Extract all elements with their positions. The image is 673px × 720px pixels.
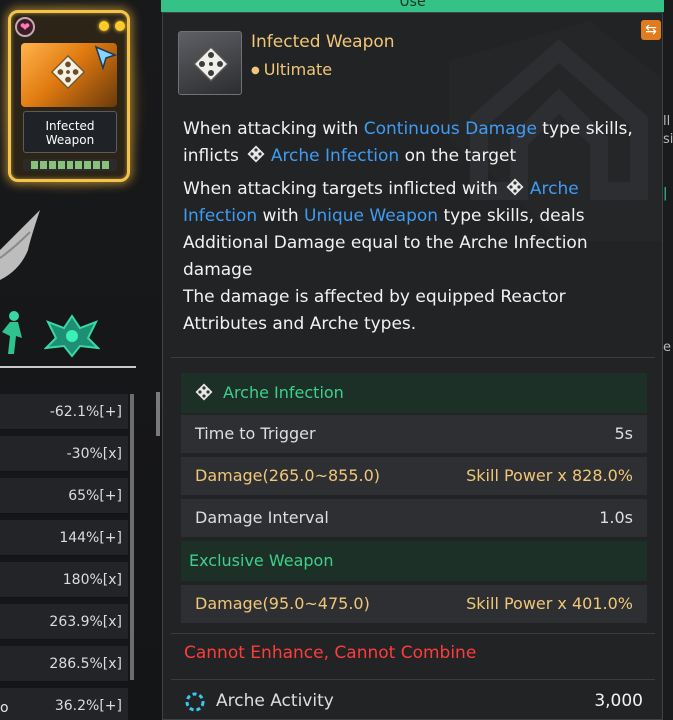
keyword-continuous-damage: Continuous Damage <box>363 119 537 139</box>
arche-infection-icon <box>192 45 230 83</box>
stat-value: 1.0s <box>599 508 633 527</box>
desc-line: inflicts Arche Infection on the target <box>183 143 649 170</box>
desc-line: Attributes and Arche types. <box>183 314 417 334</box>
stat-label: Damage(265.0~855.0) <box>195 466 381 485</box>
arche-infection-icon <box>195 383 213 401</box>
keyword-unique-weapon: Unique Weapon <box>304 206 439 226</box>
weapon-card-name-line2: Weapon <box>45 133 95 147</box>
stat-row: 180%[x] <box>0 562 128 598</box>
selected-weapon-card[interactable]: ❤ Infected Weapon <box>8 10 130 182</box>
stat-exclusive-damage: Damage(95.0~475.0) Skill Power x 401.0% <box>181 585 647 623</box>
keyword-arche: Arche <box>529 179 579 199</box>
stat-label: Damage Interval <box>195 508 329 527</box>
right-text-fragment: e <box>663 340 671 355</box>
stat-value: 5s <box>614 424 633 443</box>
right-text-fragment: ll <box>663 114 671 129</box>
stat-row: 286.5%[x] <box>0 646 128 682</box>
stat-label: Time to Trigger <box>195 424 316 443</box>
list-scrollbar[interactable] <box>156 392 160 436</box>
stat-value: Skill Power x 828.0% <box>466 466 633 485</box>
stat-row: 263.9%[x] <box>0 604 128 640</box>
stat-row: -62.1%[+] <box>0 394 128 430</box>
stat-damage: Damage(265.0~855.0) Skill Power x 828.0% <box>181 457 647 495</box>
desc-line: The damage is affected by equipped React… <box>183 287 566 307</box>
desc-line: damage <box>183 260 253 280</box>
arche-infection-header: Arche Infection <box>181 373 647 413</box>
item-grade: ● Ultimate <box>251 60 332 79</box>
stat-label: Damage(95.0~475.0) <box>195 594 370 613</box>
keyword-arche-infection: Arche Infection <box>270 146 400 166</box>
weapon-card-name: Infected Weapon <box>23 111 117 153</box>
descendant-silhouette-icon[interactable] <box>0 308 26 356</box>
right-panel-background <box>663 0 673 720</box>
arche-infection-icon <box>247 145 265 163</box>
item-tooltip: ⇆ Infected Weapon ● Ultimate When attacki… <box>162 12 663 720</box>
item-description: When attacking with Continuous Damage ty… <box>183 116 649 338</box>
right-text-fragment: | <box>663 186 668 201</box>
arche-activity-label: Arche Activity <box>216 691 334 711</box>
stat-row: 144%[+] <box>0 520 128 556</box>
arche-activity-icon <box>185 692 205 712</box>
stat-damage-interval: Damage Interval 1.0s <box>181 499 647 537</box>
section-divider <box>171 679 655 680</box>
section-divider <box>171 357 655 358</box>
grade-bullet-icon: ● <box>251 65 260 76</box>
right-text-fragment: si <box>663 132 673 147</box>
exclusive-weapon-header: Exclusive Weapon <box>181 541 647 581</box>
cursor-arrow-icon <box>94 45 118 71</box>
stats-scrollbar[interactable] <box>130 394 134 680</box>
arche-emblem-icon[interactable] <box>44 312 100 358</box>
item-grade-label: Ultimate <box>263 60 333 79</box>
weapon-card-name-line1: Infected <box>45 119 95 133</box>
section-divider <box>171 633 655 634</box>
arche-infection-icon <box>50 54 86 90</box>
arche-infection-header-label: Arche Infection <box>223 383 344 402</box>
desc-line: Additional Damage equal to the Arche Inf… <box>183 233 588 253</box>
stat-row: 65%[+] <box>0 478 128 514</box>
item-title: Infected Weapon <box>251 32 395 52</box>
arche-infection-icon <box>506 178 524 196</box>
use-button[interactable]: Use <box>161 0 664 12</box>
stat-row: 36.2%[+] <box>0 688 128 720</box>
desc-line: When attacking with Continuous Damage ty… <box>183 119 633 139</box>
card-slot-dot <box>115 21 125 31</box>
enhance-warning: Cannot Enhance, Cannot Combine <box>184 643 477 663</box>
left-divider <box>0 366 136 368</box>
keyword-infection: Infection <box>183 206 258 226</box>
favorite-heart-icon[interactable]: ❤ <box>15 17 35 37</box>
stat-time-to-trigger: Time to Trigger 5s <box>181 415 647 453</box>
desc-line: When attacking targets inflicted with Arc… <box>183 176 649 203</box>
use-button-label: Use <box>399 0 426 10</box>
arche-activity-value: 3,000 <box>594 691 643 711</box>
stat-label-fragment: o <box>0 700 9 716</box>
weapon-card-art <box>21 43 118 107</box>
wing-decoration-icon <box>0 210 40 280</box>
exclusive-weapon-header-label: Exclusive Weapon <box>189 551 334 570</box>
stat-row: -30%[x] <box>0 436 128 472</box>
desc-line: Infection with Unique Weapon type skills… <box>183 206 585 226</box>
stat-value: Skill Power x 401.0% <box>466 594 633 613</box>
card-level-bar <box>23 159 117 171</box>
weapon-thumbnail <box>178 31 242 95</box>
card-slot-dot <box>99 21 109 31</box>
swap-icon[interactable]: ⇆ <box>641 20 661 40</box>
